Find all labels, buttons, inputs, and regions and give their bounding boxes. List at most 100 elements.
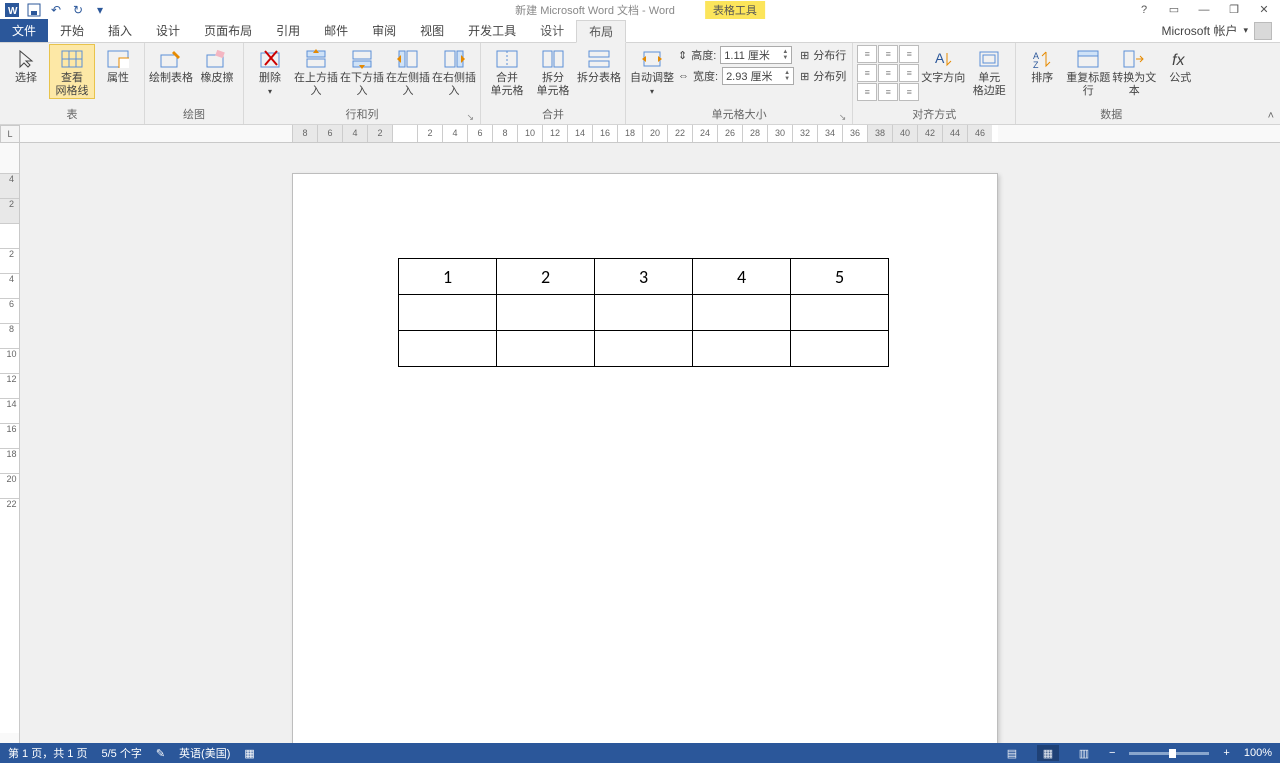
zoom-out-icon[interactable]: − bbox=[1109, 747, 1115, 759]
collapse-ribbon-icon[interactable]: ˄ bbox=[1268, 110, 1274, 122]
tab-page-layout[interactable]: 页面布局 bbox=[192, 19, 264, 42]
svg-text:W: W bbox=[8, 6, 18, 17]
tab-references[interactable]: 引用 bbox=[264, 19, 312, 42]
tab-mailings[interactable]: 邮件 bbox=[312, 19, 360, 42]
table-cell[interactable] bbox=[791, 295, 889, 331]
status-page[interactable]: 第 1 页，共 1 页 bbox=[8, 745, 87, 761]
table-cell[interactable] bbox=[595, 295, 693, 331]
close-icon[interactable]: ✕ bbox=[1254, 3, 1274, 16]
table-cell[interactable] bbox=[399, 295, 497, 331]
view-print-icon[interactable]: ▦ bbox=[1037, 745, 1059, 761]
group-cell-size-label[interactable]: 单元格大小 bbox=[630, 105, 848, 124]
tab-table-design[interactable]: 设计 bbox=[528, 19, 576, 42]
distribute-rows-button[interactable]: ⊞分布行 bbox=[798, 45, 848, 65]
qat-customize-icon[interactable]: ▾ bbox=[92, 2, 108, 18]
document-canvas[interactable]: 12345 bbox=[20, 143, 1280, 743]
delete-button[interactable]: 删除▾ bbox=[248, 45, 292, 98]
status-macro-icon[interactable]: ▦ bbox=[244, 747, 254, 760]
height-input[interactable]: 1.11 厘米▲▼ bbox=[720, 46, 792, 64]
status-language[interactable]: 英语(美国) bbox=[179, 745, 230, 761]
account-button[interactable]: Microsoft 帐户 ▾ bbox=[1161, 19, 1280, 42]
distribute-cols-button[interactable]: ⊞分布列 bbox=[798, 66, 848, 86]
redo-icon[interactable]: ↻ bbox=[70, 2, 86, 18]
help-icon[interactable]: ? bbox=[1134, 4, 1154, 16]
tab-table-layout[interactable]: 布局 bbox=[576, 20, 626, 43]
width-row[interactable]: ⇔ 宽度: 2.93 厘米▲▼ bbox=[676, 66, 796, 86]
width-label: 宽度: bbox=[693, 68, 718, 84]
view-read-icon[interactable]: ▤ bbox=[1001, 745, 1023, 761]
cell-margins-button[interactable]: 单元 格边距 bbox=[967, 45, 1011, 98]
properties-button[interactable]: 属性 bbox=[96, 45, 140, 98]
align-mr[interactable]: ≡ bbox=[899, 64, 919, 82]
align-tr[interactable]: ≡ bbox=[899, 45, 919, 63]
convert-to-text-button[interactable]: 转换为文本 bbox=[1112, 45, 1156, 98]
table-cell[interactable] bbox=[399, 331, 497, 367]
minimize-icon[interactable]: — bbox=[1194, 4, 1214, 16]
view-web-icon[interactable]: ▥ bbox=[1073, 745, 1095, 761]
autofit-button[interactable]: 自动调整▾ bbox=[630, 45, 674, 98]
tab-insert[interactable]: 插入 bbox=[96, 19, 144, 42]
document-title: 新建 Microsoft Word 文档 - Word bbox=[515, 2, 675, 18]
group-draw: 绘制表格 橡皮擦 绘图 bbox=[145, 43, 244, 124]
table-cell[interactable]: 3 bbox=[595, 259, 693, 295]
group-rows-cols-label[interactable]: 行和列 bbox=[248, 105, 476, 124]
insert-below-button[interactable]: 在下方插入 bbox=[340, 45, 384, 98]
save-icon[interactable] bbox=[26, 2, 42, 18]
repeat-header-button[interactable]: 重复标题行 bbox=[1066, 45, 1110, 98]
align-br[interactable]: ≡ bbox=[899, 83, 919, 101]
align-bc[interactable]: ≡ bbox=[878, 83, 898, 101]
formula-button[interactable]: fx公式 bbox=[1158, 45, 1202, 98]
insert-right-button[interactable]: 在右侧插入 bbox=[432, 45, 476, 98]
tab-design-doc[interactable]: 设计 bbox=[144, 19, 192, 42]
tab-home[interactable]: 开始 bbox=[48, 19, 96, 42]
align-mc[interactable]: ≡ bbox=[878, 64, 898, 82]
tab-view[interactable]: 视图 bbox=[408, 19, 456, 42]
sort-button[interactable]: AZ排序 bbox=[1020, 45, 1064, 98]
tab-review[interactable]: 审阅 bbox=[360, 19, 408, 42]
align-ml[interactable]: ≡ bbox=[857, 64, 877, 82]
align-tl[interactable]: ≡ bbox=[857, 45, 877, 63]
zoom-slider[interactable] bbox=[1129, 752, 1209, 755]
zoom-level[interactable]: 100% bbox=[1244, 747, 1272, 759]
align-bl[interactable]: ≡ bbox=[857, 83, 877, 101]
document-table[interactable]: 12345 bbox=[398, 258, 889, 367]
table-cell[interactable] bbox=[693, 295, 791, 331]
alignment-grid: ≡≡≡ ≡≡≡ ≡≡≡ bbox=[857, 45, 919, 101]
vertical-ruler[interactable]: 42246810121416182022 bbox=[0, 143, 20, 743]
table-cell[interactable]: 5 bbox=[791, 259, 889, 295]
tab-file[interactable]: 文件 bbox=[0, 19, 48, 42]
insert-left-button[interactable]: 在左侧插入 bbox=[386, 45, 430, 98]
word-icon: W bbox=[4, 2, 20, 18]
align-tc[interactable]: ≡ bbox=[878, 45, 898, 63]
merge-cells-button[interactable]: 合并 单元格 bbox=[485, 45, 529, 98]
width-input[interactable]: 2.93 厘米▲▼ bbox=[722, 67, 794, 85]
status-proofing-icon[interactable]: ✎ bbox=[156, 747, 165, 760]
table-cell[interactable]: 2 bbox=[497, 259, 595, 295]
view-gridlines-button[interactable]: 查看 网格线 bbox=[50, 45, 94, 98]
table-cell[interactable] bbox=[791, 331, 889, 367]
table-cell[interactable]: 1 bbox=[399, 259, 497, 295]
ribbon-options-icon[interactable]: ▭ bbox=[1164, 3, 1184, 16]
page[interactable]: 12345 bbox=[292, 173, 998, 743]
insert-above-button[interactable]: 在上方插入 bbox=[294, 45, 338, 98]
select-button[interactable]: 选择 bbox=[4, 45, 48, 98]
zoom-in-icon[interactable]: + bbox=[1223, 747, 1229, 759]
svg-text:fx: fx bbox=[1172, 52, 1185, 69]
draw-table-button[interactable]: 绘制表格 bbox=[149, 45, 193, 98]
undo-icon[interactable]: ↶ bbox=[48, 2, 64, 18]
table-cell[interactable] bbox=[693, 331, 791, 367]
maximize-icon[interactable]: ❐ bbox=[1224, 3, 1244, 16]
tab-developer[interactable]: 开发工具 bbox=[456, 19, 528, 42]
eraser-button[interactable]: 橡皮擦 bbox=[195, 45, 239, 98]
table-cell[interactable] bbox=[497, 331, 595, 367]
horizontal-ruler[interactable]: 8642246810121416182022242628303234363840… bbox=[20, 125, 1280, 143]
table-cell[interactable] bbox=[595, 331, 693, 367]
text-direction-button[interactable]: A文字方向 bbox=[921, 45, 965, 98]
table-cell[interactable]: 4 bbox=[693, 259, 791, 295]
table-cell[interactable] bbox=[497, 295, 595, 331]
ruler-corner[interactable]: L bbox=[0, 125, 20, 143]
status-words[interactable]: 5/5 个字 bbox=[101, 745, 141, 761]
height-row[interactable]: ⇕ 高度: 1.11 厘米▲▼ bbox=[676, 45, 796, 65]
split-table-button[interactable]: 拆分表格 bbox=[577, 45, 621, 98]
split-cells-button[interactable]: 拆分 单元格 bbox=[531, 45, 575, 98]
